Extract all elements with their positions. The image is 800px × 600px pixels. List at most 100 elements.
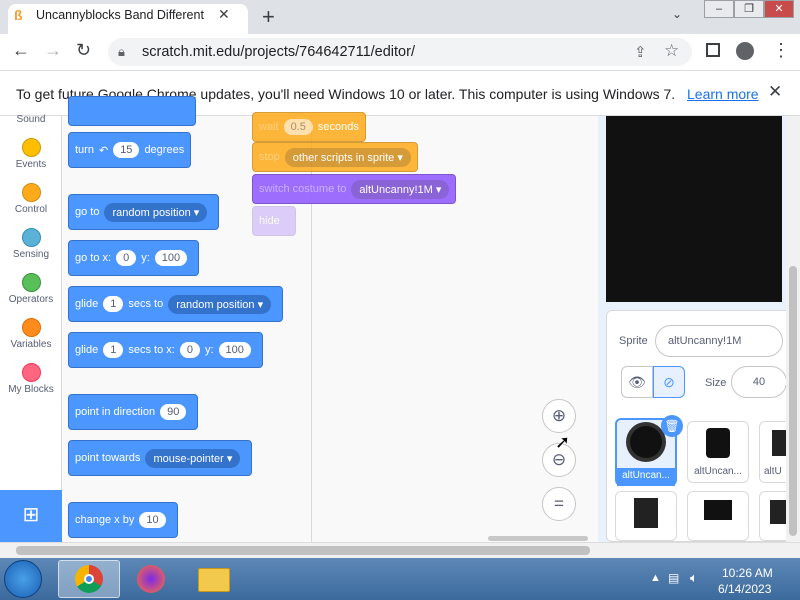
sprite-thumbnail — [706, 428, 730, 458]
x-input[interactable]: 0 — [116, 250, 137, 266]
x-input[interactable]: 0 — [179, 342, 200, 358]
category-events-label[interactable]: Events — [0, 159, 62, 170]
sprite-thumbnail — [704, 500, 732, 520]
network-icon[interactable]: ▤ — [668, 571, 679, 585]
back-icon[interactable]: ← — [12, 40, 30, 61]
script-vertical-scrollbar[interactable] — [588, 116, 596, 406]
sprite-tile[interactable] — [687, 491, 749, 541]
sprite-thumbnail — [630, 426, 662, 458]
url-text[interactable]: scratch.mit.edu/projects/764642711/edito… — [142, 44, 415, 60]
wait-block[interactable]: wait 0.5 seconds — [252, 112, 366, 142]
taskbar-explorer[interactable] — [184, 560, 246, 598]
degrees-input[interactable]: 15 — [113, 142, 140, 158]
size-input[interactable]: 40 — [731, 366, 787, 398]
change-x-block[interactable]: change x by 10 — [68, 502, 178, 538]
category-control-label[interactable]: Control — [0, 204, 62, 215]
secs-input[interactable]: 1 — [103, 296, 124, 312]
y-input[interactable]: 100 — [218, 342, 251, 358]
reload-icon[interactable]: ↻ — [76, 40, 91, 61]
scrollbar-thumb[interactable] — [16, 546, 590, 555]
dropdown-value: other scripts in sprite — [292, 151, 395, 164]
block-label: go to — [75, 206, 100, 218]
point-towards-block[interactable]: point towards mouse-pointer ▾ — [68, 440, 253, 476]
category-sound-label[interactable]: Sound — [0, 114, 62, 125]
wait-input[interactable]: 0.5 — [283, 119, 313, 135]
glide-random-block[interactable]: glide 1 secs to random position ▾ — [68, 286, 284, 322]
block-label: hide — [259, 215, 280, 227]
taskbar-chrome[interactable] — [58, 560, 120, 598]
hide-block[interactable]: hide — [252, 206, 296, 236]
category-events-dot[interactable] — [22, 138, 41, 157]
window-close-button[interactable]: ✕ — [764, 0, 794, 18]
maximize-button[interactable]: ❐ — [734, 0, 764, 18]
scratch-favicon-icon: ß — [14, 7, 23, 23]
palette-block-partial[interactable] — [68, 96, 196, 126]
clock-time[interactable]: 10:26 AM — [722, 566, 773, 580]
volume-icon[interactable]: 🔈︎ — [690, 570, 698, 586]
secs-input[interactable]: 1 — [103, 342, 124, 358]
profile-avatar-icon[interactable] — [736, 42, 754, 60]
direction-input[interactable]: 90 — [160, 404, 187, 420]
hide-sprite-eye-icon[interactable]: ⊘ — [653, 366, 685, 398]
page-horizontal-scrollbar[interactable] — [0, 542, 800, 558]
share-icon[interactable]: ⇪ — [634, 43, 647, 61]
stop-block[interactable]: stop other scripts in sprite ▾ — [252, 142, 418, 172]
y-input[interactable]: 100 — [154, 250, 188, 266]
category-control-dot[interactable] — [22, 183, 41, 202]
page-vertical-scrollbar[interactable] — [786, 116, 800, 542]
costume-dropdown[interactable]: altUncanny!1M ▾ — [351, 179, 450, 199]
infobar-close-icon[interactable]: ✕ — [768, 82, 782, 102]
point-in-direction-block[interactable]: point in direction 90 — [68, 394, 199, 430]
bookmark-star-icon[interactable]: ☆ — [664, 41, 679, 61]
new-tab-button[interactable]: + — [262, 4, 275, 30]
zoom-reset-button[interactable]: = — [542, 487, 576, 521]
sprite-name-input[interactable]: altUncanny!1M — [655, 325, 783, 357]
learn-more-link[interactable]: Learn more — [687, 86, 759, 102]
go-to-dropdown[interactable]: random position ▾ — [104, 202, 208, 222]
sprite-label: Sprite — [619, 335, 648, 347]
script-horizontal-scrollbar[interactable] — [488, 536, 588, 541]
turn-left-block[interactable]: turn ↶ 15 degrees — [68, 132, 192, 168]
change-x-input[interactable]: 10 — [139, 512, 166, 528]
switch-costume-block[interactable]: switch costume to altUncanny!1M ▾ — [252, 174, 456, 204]
glide-xy-block[interactable]: glide 1 secs to x: 0 y: 100 — [68, 332, 263, 368]
stop-dropdown[interactable]: other scripts in sprite ▾ — [284, 147, 411, 167]
side-panel-icon[interactable] — [706, 43, 720, 57]
category-myblocks-label[interactable]: My Blocks — [0, 384, 62, 395]
category-operators-label[interactable]: Operators — [0, 294, 62, 305]
clock-date[interactable]: 6/14/2023 — [718, 582, 771, 596]
forward-icon[interactable]: → — [44, 40, 62, 61]
tab-search-icon[interactable]: ⌄ — [672, 7, 682, 21]
block-label: glide — [75, 344, 99, 356]
point-towards-dropdown[interactable]: mouse-pointer ▾ — [145, 448, 241, 468]
tab-title[interactable]: Uncannyblocks Band Different (1 — [36, 8, 208, 22]
taskbar-firefox[interactable] — [122, 560, 184, 598]
minimize-button[interactable]: – — [704, 0, 734, 18]
go-to-xy-block[interactable]: go to x: 0 y: 100 — [68, 240, 200, 276]
category-sensing-label[interactable]: Sensing — [0, 249, 62, 260]
category-variables-label[interactable]: Variables — [0, 339, 62, 350]
sprite-tile[interactable]: altUncan... — [687, 421, 749, 483]
add-extension-button[interactable]: ⊞ — [0, 490, 62, 542]
start-button[interactable] — [4, 560, 42, 598]
stage-canvas[interactable] — [606, 116, 782, 302]
category-sensing-dot[interactable] — [22, 228, 41, 247]
zoom-in-button[interactable]: ⊕ — [542, 399, 576, 433]
block-label: wait — [259, 121, 279, 133]
dropdown-value: mouse-pointer — [153, 452, 224, 465]
show-sprite-eye-icon[interactable]: 👁︎ — [621, 366, 653, 398]
chrome-menu-icon[interactable]: ⋮ — [772, 40, 790, 61]
lock-icon[interactable]: 🔒︎ — [118, 44, 125, 60]
category-operators-dot[interactable] — [22, 273, 41, 292]
category-variables-dot[interactable] — [22, 318, 41, 337]
rotate-left-icon: ↶ — [98, 144, 109, 157]
category-myblocks-dot[interactable] — [22, 363, 41, 382]
block-label: seconds — [317, 121, 359, 133]
tray-arrow-icon[interactable]: ▲ — [650, 572, 661, 584]
scrollbar-thumb[interactable] — [789, 266, 797, 536]
go-to-block[interactable]: go to random position ▾ — [68, 194, 220, 230]
tab-close-icon[interactable]: ✕ — [218, 6, 230, 23]
delete-sprite-icon[interactable]: 🗑︎ — [661, 415, 683, 437]
sprite-tile[interactable] — [615, 491, 677, 541]
glide-dropdown[interactable]: random position ▾ — [168, 294, 272, 314]
